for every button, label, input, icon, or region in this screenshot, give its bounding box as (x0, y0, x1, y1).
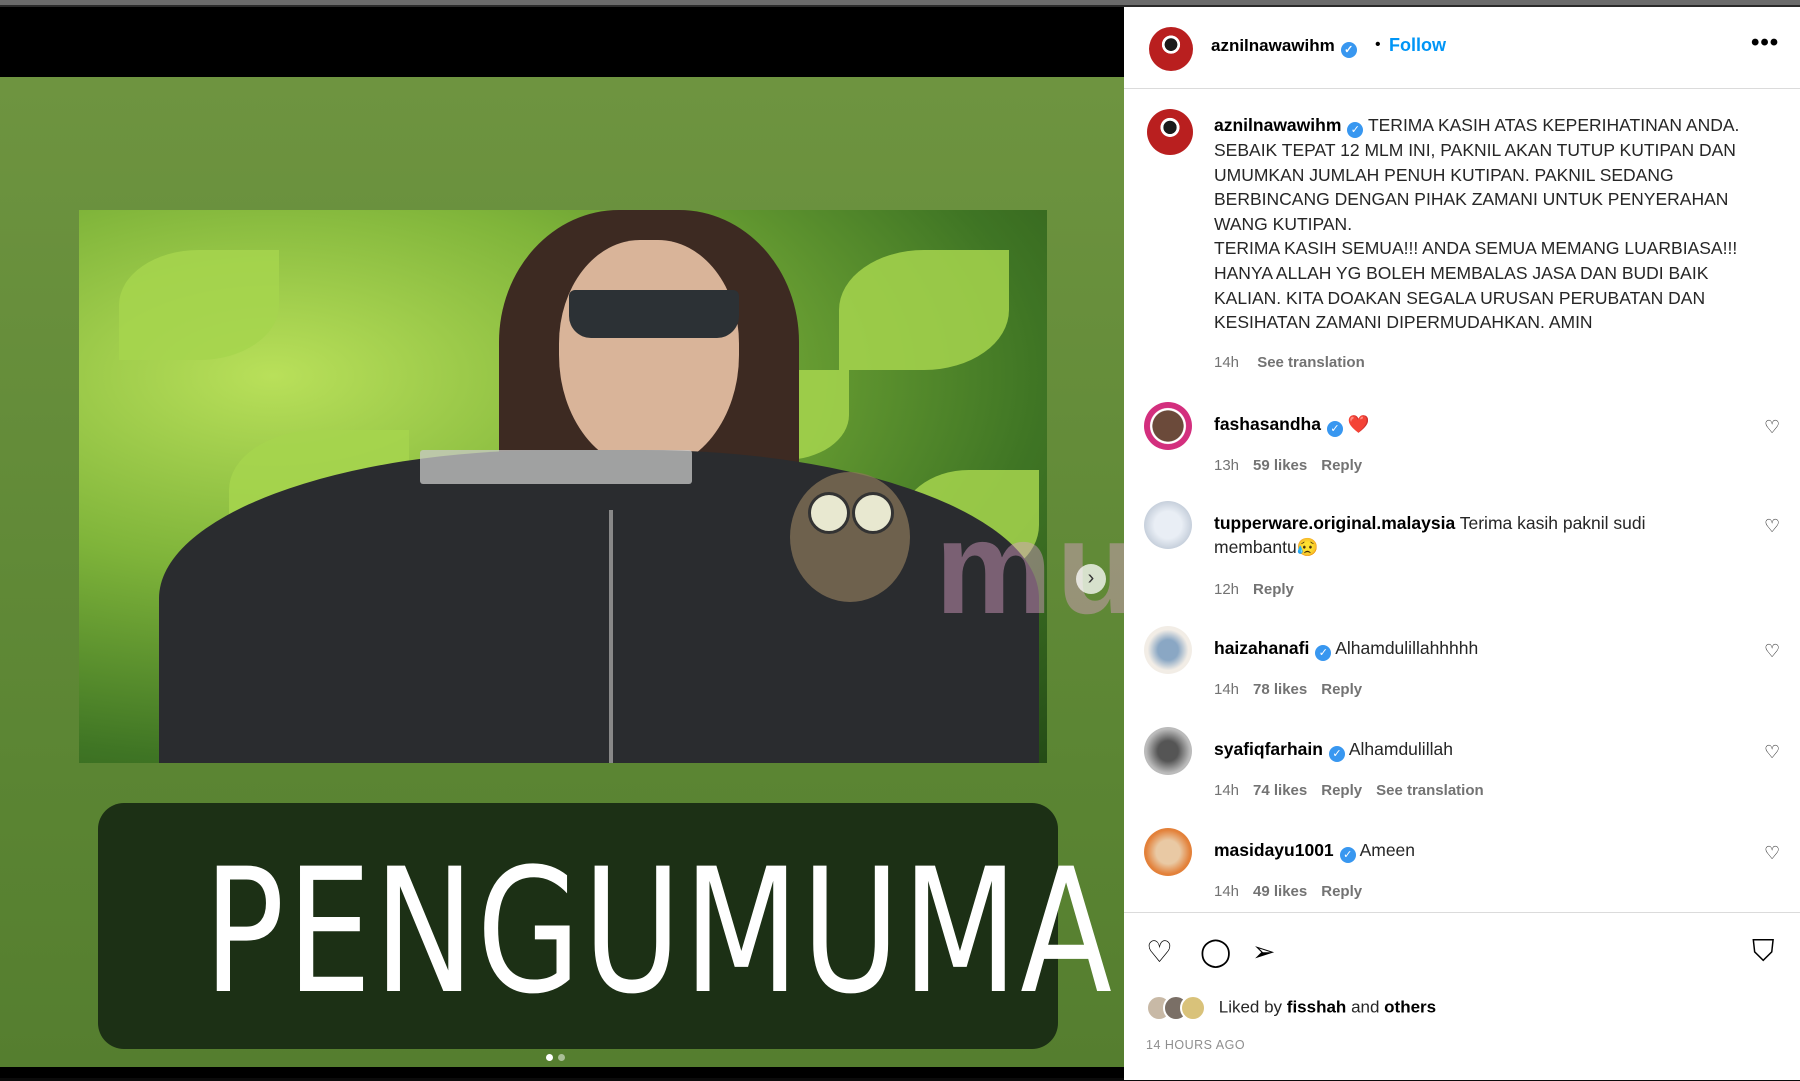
comment-body: tupperware.original.malaysia Terima kasi… (1214, 511, 1714, 559)
comment-text: Alhamdulillah (1348, 739, 1453, 759)
post-actions: ♡ ◯ ➢ ⛉ Liked by fisshah and others 14 H… (1124, 912, 1800, 1081)
liker-avatar[interactable] (1180, 995, 1206, 1021)
post-media[interactable]: murai › PENGUMUMAN (0, 7, 1310, 1078)
comment-body: syafiqfarhain ✓ Alhamdulillah (1214, 737, 1714, 762)
comment-likes[interactable]: 49 likes (1253, 883, 1307, 900)
reply-button[interactable]: Reply (1321, 782, 1362, 799)
more-options-icon[interactable]: ••• (1751, 29, 1779, 57)
leaf-shape (839, 250, 1009, 370)
comment-time: 13h (1214, 457, 1240, 474)
browser-top-strip (0, 0, 1800, 7)
comment-meta: 14h 78 likes Reply (1214, 681, 1376, 698)
see-translation-link[interactable]: See translation (1376, 782, 1484, 799)
browser-bar (0, 0, 1800, 5)
post-time-ago: 14 HOURS AGO (1146, 1038, 1246, 1052)
like-icon[interactable]: ♡ (1146, 935, 1173, 970)
comment-meta: 13h 59 likes Reply (1214, 457, 1376, 474)
share-icon[interactable]: ➢ (1252, 935, 1275, 968)
sunglasses (569, 290, 739, 338)
comment-time: 14h (1214, 681, 1240, 698)
comment-like-icon[interactable]: ♡ (1764, 742, 1780, 763)
comment-likes[interactable]: 78 likes (1253, 681, 1307, 698)
banner-text: PENGUMUMAN (203, 831, 1218, 1032)
follow-button[interactable]: Follow (1389, 35, 1446, 56)
save-bookmark-icon[interactable]: ⛉ (1752, 935, 1775, 969)
reply-button[interactable]: Reply (1321, 883, 1362, 900)
comment-likes[interactable]: 59 likes (1253, 457, 1307, 474)
comment-text: Alhamdulillahhhhh (1335, 638, 1479, 658)
comment-username[interactable]: tupperware.original.malaysia (1214, 513, 1455, 533)
separator: • (1375, 36, 1381, 53)
post-photo (79, 210, 1047, 763)
comment-icon[interactable]: ◯ (1200, 935, 1231, 968)
caption-text-2: TERIMA KASIH SEMUA!!! ANDA SEMUA MEMANG … (1214, 238, 1738, 333)
reply-button[interactable]: Reply (1253, 581, 1294, 598)
liked-by-and: and (1351, 997, 1380, 1017)
commenter-avatar[interactable] (1144, 626, 1192, 674)
next-slide-button[interactable]: › (1076, 564, 1106, 594)
post-details-panel: aznilnawawihm ✓ • Follow ••• aznilnawawih… (1124, 7, 1800, 1080)
commenter-avatar[interactable] (1144, 828, 1192, 876)
comment-likes[interactable]: 74 likes (1253, 782, 1307, 799)
post-caption: aznilnawawihm ✓ TERIMA KASIH ATAS KEPERIH… (1214, 113, 1774, 335)
slide-indicator (546, 1048, 570, 1066)
liked-by-prefix: Liked by (1218, 997, 1283, 1017)
verified-badge-icon: ✓ (1326, 421, 1343, 437)
jacket-zip (609, 510, 613, 763)
comment-username[interactable]: masidayu1001 (1214, 840, 1334, 860)
caption-meta: 14h See translation (1214, 354, 1379, 371)
caption-avatar[interactable] (1147, 109, 1193, 155)
caption-username[interactable]: aznilnawawihm (1214, 115, 1341, 135)
verified-badge-icon: ✓ (1315, 645, 1332, 661)
comment-like-icon[interactable]: ♡ (1764, 843, 1780, 864)
leaf-shape (119, 250, 279, 360)
reply-button[interactable]: Reply (1321, 457, 1362, 474)
person-figure (159, 210, 1039, 763)
liked-by-user[interactable]: fisshah (1287, 997, 1347, 1016)
post-header: aznilnawawihm ✓ • Follow ••• (1124, 7, 1800, 89)
liked-by-others[interactable]: others (1384, 997, 1436, 1016)
see-translation-link[interactable]: See translation (1257, 354, 1365, 371)
comment-like-icon[interactable]: ♡ (1764, 641, 1780, 662)
comment-username[interactable]: syafiqfarhain (1214, 739, 1323, 759)
verified-badge-icon: ✓ (1347, 122, 1364, 138)
blurred-tag (420, 450, 692, 484)
comment-meta: 14h 74 likes Reply See translation (1214, 782, 1498, 799)
liked-by-summary: Liked by fisshah and others (1146, 995, 1436, 1021)
comment-text: ❤️ (1347, 414, 1370, 434)
comment-time: 12h (1214, 581, 1240, 598)
commenter-avatar[interactable] (1144, 402, 1192, 450)
verified-badge-icon: ✓ (1328, 746, 1345, 762)
comment-time: 14h (1214, 782, 1240, 799)
comment-username[interactable]: haizahanafi (1214, 638, 1309, 658)
caption-time: 14h (1214, 354, 1240, 371)
comment-like-icon[interactable]: ♡ (1764, 516, 1780, 537)
comment-body: fashasandha ✓ ❤️ (1214, 412, 1714, 437)
slide-dot (558, 1054, 565, 1061)
face (559, 240, 739, 470)
commenter-avatar[interactable] (1144, 501, 1192, 549)
comment-meta: 14h 49 likes Reply (1214, 883, 1376, 900)
comment-time: 14h (1214, 883, 1240, 900)
comment-body: masidayu1001 ✓ Ameen (1214, 838, 1714, 863)
comment-meta: 12h Reply (1214, 581, 1308, 598)
author-avatar[interactable] (1149, 27, 1193, 71)
owl-eye (852, 492, 894, 534)
comment-username[interactable]: fashasandha (1214, 414, 1321, 434)
jacket (159, 450, 1039, 763)
verified-badge-icon: ✓ (1340, 42, 1357, 58)
verified-badge-icon: ✓ (1339, 847, 1356, 863)
announcement-banner: PENGUMUMAN (98, 803, 1218, 1049)
comment-like-icon[interactable]: ♡ (1764, 417, 1780, 438)
comment-text: Ameen (1359, 840, 1416, 860)
reply-button[interactable]: Reply (1321, 681, 1362, 698)
slide-dot-active (546, 1054, 553, 1061)
owl-eye (808, 492, 850, 534)
commenter-avatar[interactable] (1144, 727, 1192, 775)
comment-body: haizahanafi ✓ Alhamdulillahhhhh (1214, 636, 1714, 661)
author-username[interactable]: aznilnawawihm ✓ (1211, 36, 1357, 58)
owl-watermark-icon (790, 472, 910, 602)
